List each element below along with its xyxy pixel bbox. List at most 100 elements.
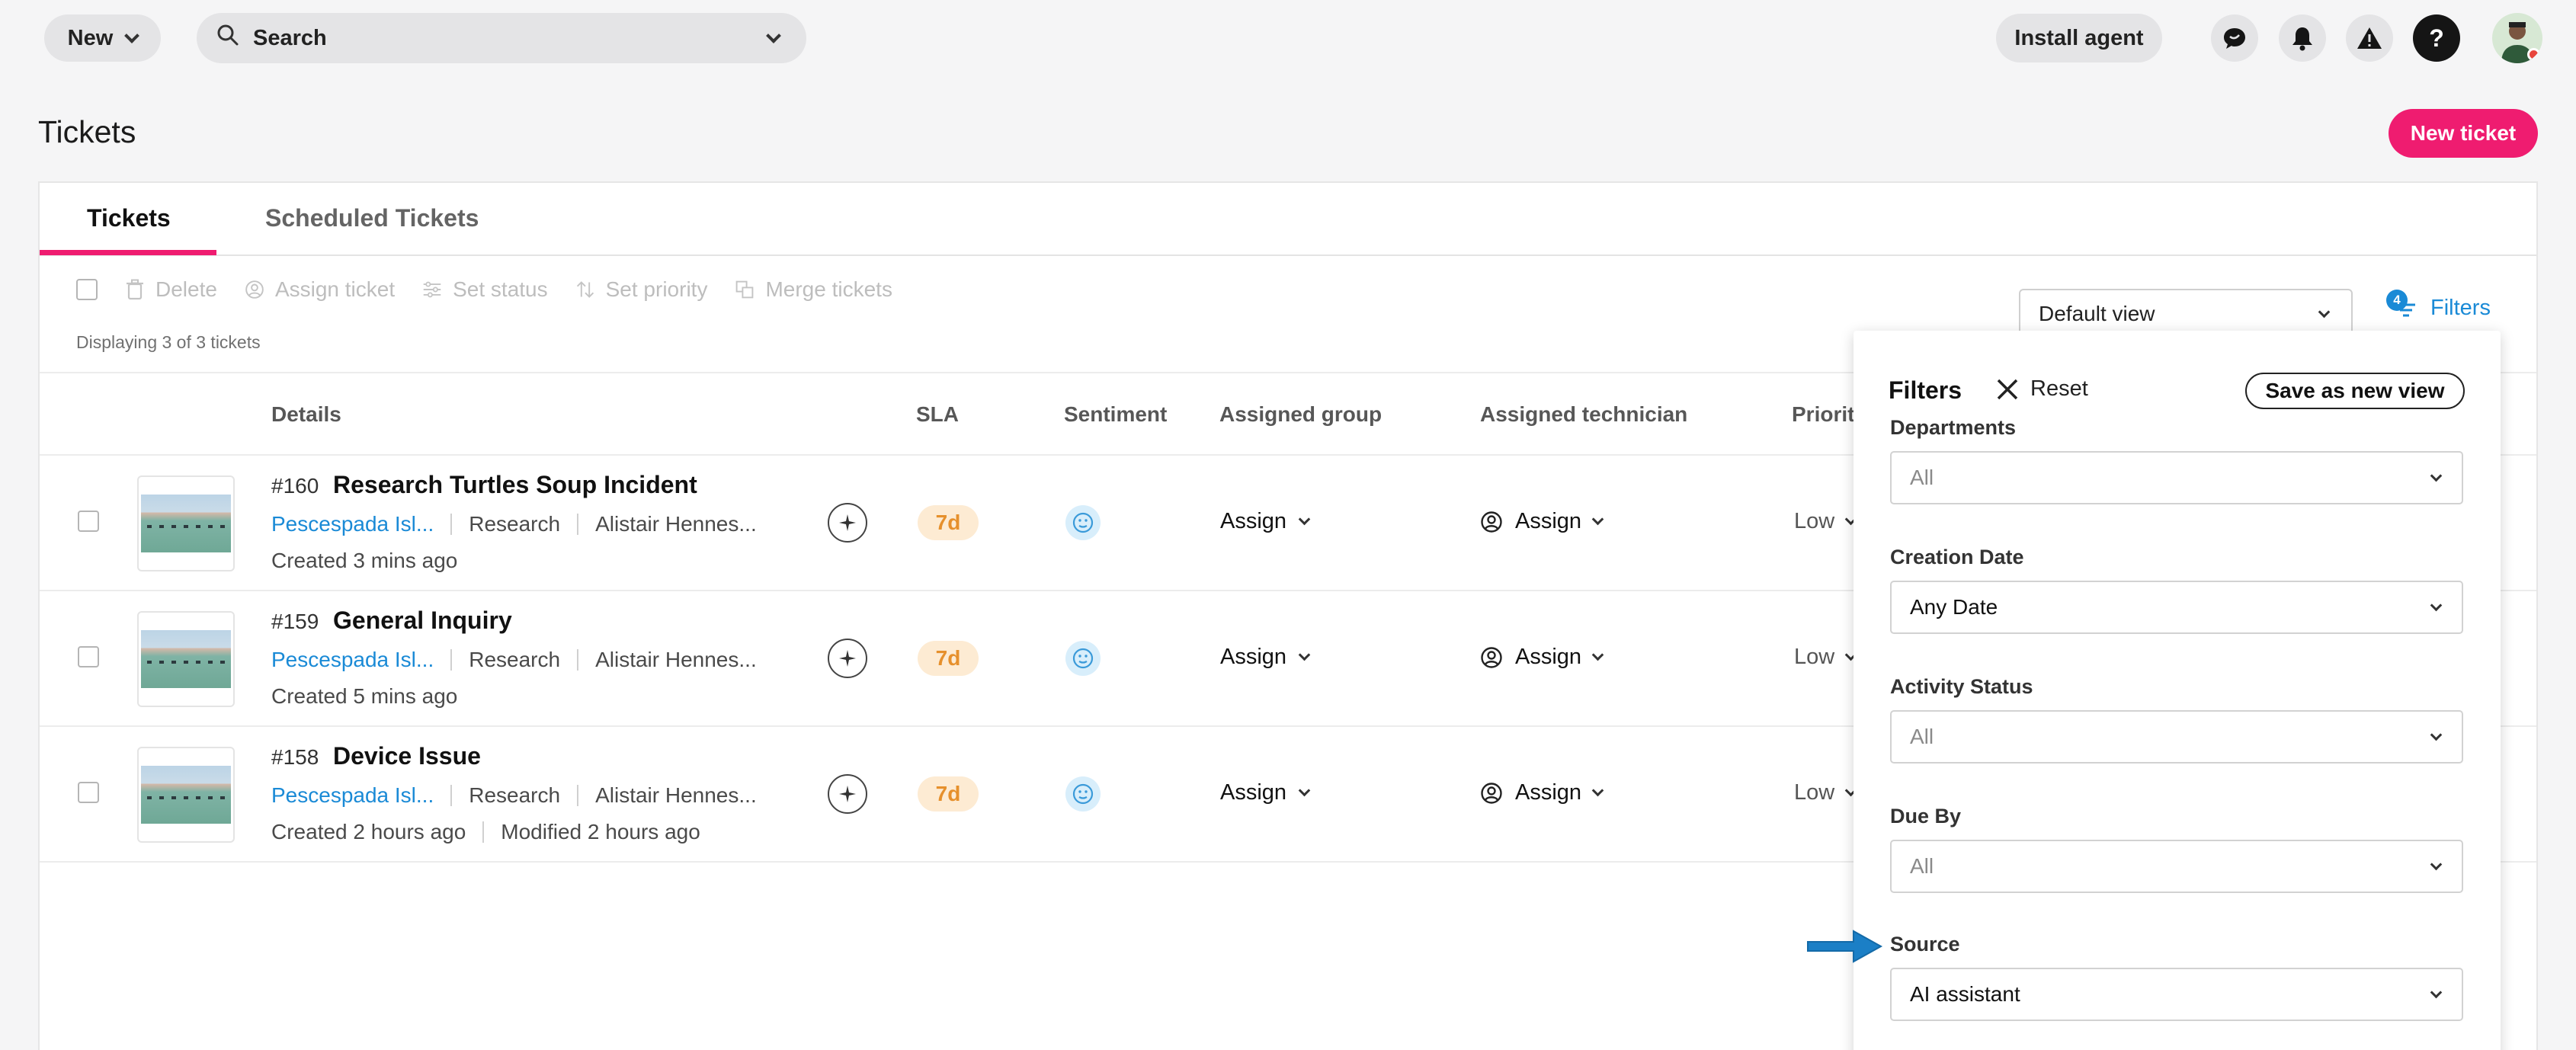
delete-button[interactable]: Delete xyxy=(125,277,217,302)
assign-technician-dropdown[interactable]: Assign xyxy=(1480,509,1604,534)
person-label: Alistair Hennes... xyxy=(595,648,757,671)
chat-icon[interactable] xyxy=(2211,14,2258,62)
creation-date-select[interactable]: Any Date xyxy=(1890,581,2463,634)
departments-select[interactable]: All xyxy=(1890,451,2463,504)
neutral-face-icon xyxy=(1065,776,1101,812)
activity-status-select[interactable]: All xyxy=(1890,710,2463,763)
assign-ticket-button[interactable]: Assign ticket xyxy=(245,277,395,302)
ticket-thumbnail xyxy=(137,611,235,707)
requester-link[interactable]: Pescespada Isl... xyxy=(271,783,434,808)
source-select[interactable]: AI assistant xyxy=(1890,968,2463,1021)
priority-label: Low xyxy=(1794,509,1835,533)
priority-dropdown[interactable]: Low xyxy=(1794,509,1857,534)
new-menu-button[interactable]: New xyxy=(44,14,161,62)
filters-label: Filters xyxy=(2430,295,2491,320)
new-button-label: New xyxy=(67,25,114,50)
set-priority-label: Set priority xyxy=(605,277,708,301)
sla-badge: 7d xyxy=(918,505,979,540)
save-as-new-view-button[interactable]: Save as new view xyxy=(2245,373,2465,409)
user-circle-icon xyxy=(1481,646,1502,668)
delete-label: Delete xyxy=(155,277,217,301)
new-ticket-button[interactable]: New ticket xyxy=(2389,109,2538,158)
install-agent-button[interactable]: Install agent xyxy=(1996,14,2162,62)
merge-tickets-button[interactable]: Merge tickets xyxy=(735,277,892,302)
ticket-title[interactable]: General Inquiry xyxy=(333,607,512,635)
ticket-thumbnail xyxy=(137,747,235,843)
tab-scheduled-tickets[interactable]: Scheduled Tickets xyxy=(265,204,479,232)
chevron-down-icon[interactable] xyxy=(766,28,781,43)
sliders-icon xyxy=(422,280,442,299)
due-by-label: Due By xyxy=(1890,805,1962,828)
activity-status-value: All xyxy=(1910,725,1934,748)
top-bar: New Search Install agent ? xyxy=(0,0,2576,76)
departments-value: All xyxy=(1910,466,1934,489)
warning-icon[interactable] xyxy=(2346,14,2393,62)
sort-arrows-icon xyxy=(575,280,595,299)
row-checkbox[interactable] xyxy=(78,646,99,667)
priority-dropdown[interactable]: Low xyxy=(1794,645,1857,670)
priority-label: Low xyxy=(1794,780,1835,805)
filters-panel: Filters Reset Save as new view Departmen… xyxy=(1854,331,2501,1050)
ticket-id: #159 xyxy=(271,610,319,633)
assign-group-label: Assign xyxy=(1220,780,1287,805)
filter-count-badge: 4 xyxy=(2386,290,2408,311)
requester-link[interactable]: Pescespada Isl... xyxy=(271,512,434,536)
global-search[interactable]: Search xyxy=(197,13,806,63)
set-status-button[interactable]: Set status xyxy=(422,277,548,302)
page-title: Tickets xyxy=(38,114,136,149)
assign-technician-dropdown[interactable]: Assign xyxy=(1480,645,1604,670)
column-sentiment[interactable]: Sentiment xyxy=(1064,402,1167,427)
row-checkbox[interactable] xyxy=(78,782,99,803)
ticket-id: #158 xyxy=(271,745,319,769)
bell-icon[interactable] xyxy=(2279,14,2326,62)
set-priority-button[interactable]: Set priority xyxy=(575,277,708,302)
user-circle-icon xyxy=(1481,511,1502,533)
ticket-thumbnail xyxy=(137,475,235,571)
sparkle-icon xyxy=(839,650,856,667)
neutral-face-icon xyxy=(1065,505,1101,540)
ticket-title[interactable]: Device Issue xyxy=(333,742,481,770)
column-details[interactable]: Details xyxy=(271,402,341,427)
activity-status-label: Activity Status xyxy=(1890,675,2033,698)
department-label: Research xyxy=(469,648,561,671)
neutral-face-icon xyxy=(1065,641,1101,676)
assign-group-dropdown[interactable]: Assign xyxy=(1220,645,1311,670)
ai-sparkle-button[interactable] xyxy=(828,774,867,814)
creation-date-label: Creation Date xyxy=(1890,546,2024,568)
row-checkbox[interactable] xyxy=(78,511,99,532)
chevron-down-icon xyxy=(2430,469,2443,482)
source-value: AI assistant xyxy=(1910,982,2020,1006)
assign-group-label: Assign xyxy=(1220,645,1287,669)
ai-sparkle-button[interactable] xyxy=(828,503,867,543)
ticket-title[interactable]: Research Turtles Soup Incident xyxy=(333,471,697,499)
filters-button[interactable]: 4 Filters xyxy=(2386,290,2491,322)
column-sla[interactable]: SLA xyxy=(916,402,959,427)
due-by-select[interactable]: All xyxy=(1890,840,2463,893)
priority-label: Low xyxy=(1794,645,1835,669)
reset-filters-button[interactable]: Reset xyxy=(1995,376,2088,402)
assign-technician-label: Assign xyxy=(1515,645,1582,669)
user-avatar[interactable] xyxy=(2492,13,2542,63)
chevron-down-icon xyxy=(1591,513,1604,526)
ticket-id: #160 xyxy=(271,474,319,498)
select-all-checkbox[interactable] xyxy=(76,279,98,300)
assign-group-dropdown[interactable]: Assign xyxy=(1220,509,1311,534)
requester-link[interactable]: Pescespada Isl... xyxy=(271,648,434,672)
help-icon[interactable]: ? xyxy=(2413,14,2460,62)
assign-group-dropdown[interactable]: Assign xyxy=(1220,780,1311,805)
creation-date-value: Any Date xyxy=(1910,595,1998,619)
chevron-down-icon xyxy=(124,28,140,43)
assign-technician-dropdown[interactable]: Assign xyxy=(1480,780,1604,805)
tab-tickets[interactable]: Tickets xyxy=(87,204,171,232)
close-icon xyxy=(1997,379,2018,399)
merge-icon xyxy=(735,280,755,299)
ai-sparkle-button[interactable] xyxy=(828,639,867,678)
search-label: Search xyxy=(253,25,327,50)
assign-group-label: Assign xyxy=(1220,509,1287,533)
ticket-count: Displaying 3 of 3 tickets xyxy=(76,332,261,352)
priority-dropdown[interactable]: Low xyxy=(1794,780,1857,805)
view-select-value: Default view xyxy=(2039,302,2155,325)
reset-label: Reset xyxy=(2030,376,2088,401)
column-assigned-group[interactable]: Assigned group xyxy=(1219,402,1382,427)
column-assigned-technician[interactable]: Assigned technician xyxy=(1480,402,1687,427)
